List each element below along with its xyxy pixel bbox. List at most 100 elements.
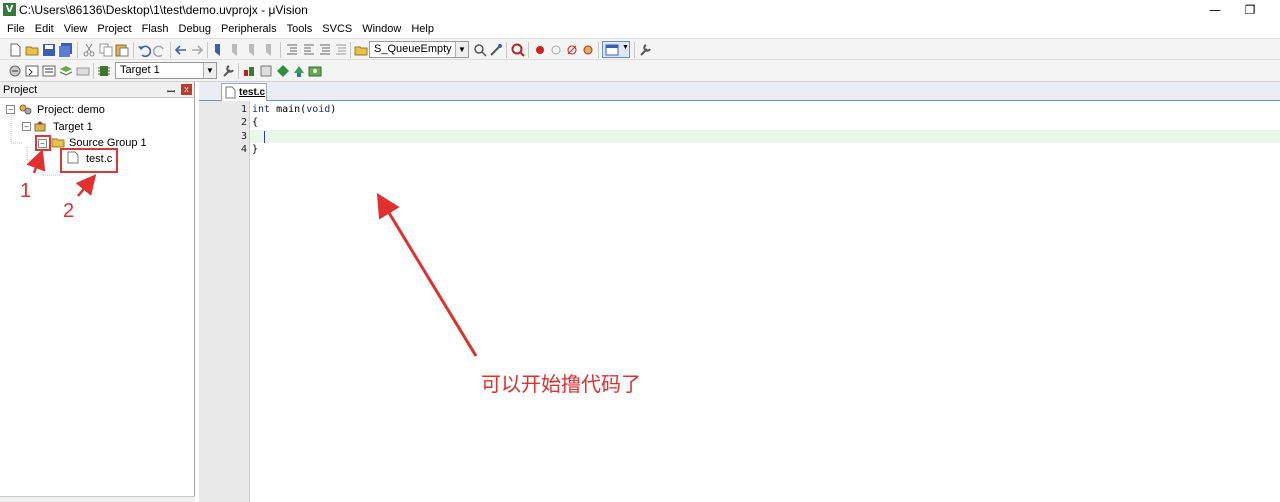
panel-close-icon[interactable]: x [181, 84, 192, 95]
uvision-app-icon: V [3, 3, 16, 16]
target-expander[interactable]: − [22, 122, 31, 131]
find-combo-value: S_QueueEmpty [374, 43, 452, 55]
menu-view[interactable]: View [59, 20, 93, 38]
file-toolbar: S_QueueEmpty ▼ ▼ [0, 38, 1280, 60]
menu-help[interactable]: Help [406, 20, 439, 38]
project-panel: Project ꟷ x − Project: demo − Target 1 −… [0, 82, 195, 502]
window-layout-icon [605, 44, 619, 56]
tree-project[interactable]: Project: demo [37, 104, 105, 116]
menu-project[interactable]: Project [92, 20, 136, 38]
tree-target[interactable]: Target 1 [53, 121, 93, 133]
software-packs-icon[interactable] [308, 64, 322, 78]
target-combo-value: Target 1 [120, 64, 160, 76]
menu-edit[interactable]: Edit [30, 20, 59, 38]
line-number: 2 [240, 117, 247, 128]
target-icon [34, 121, 46, 132]
configure-tools-icon[interactable] [638, 43, 652, 57]
menu-peripherals[interactable]: Peripherals [216, 20, 282, 38]
run-time-env-icon[interactable] [292, 64, 306, 78]
chevron-down-icon[interactable]: ▼ [455, 42, 468, 57]
stop-build-icon[interactable] [76, 64, 90, 78]
target-options-icon[interactable] [221, 64, 235, 78]
code-text: main( [270, 104, 307, 115]
disable-all-breakpoints-icon[interactable] [565, 43, 579, 57]
undo-icon[interactable] [137, 43, 151, 57]
code-text: ) [330, 104, 337, 115]
code-editor[interactable]: int main(void) { } [250, 101, 1280, 502]
find-combo[interactable]: S_QueueEmpty ▼ [369, 41, 469, 58]
menu-debug[interactable]: Debug [174, 20, 216, 38]
cut-icon[interactable] [82, 43, 96, 57]
menu-tools[interactable]: Tools [282, 20, 318, 38]
annotation-label-2: 2 [63, 200, 75, 222]
highlight-box-expander [35, 135, 51, 151]
indent-icon[interactable] [285, 43, 299, 57]
line-number-gutter: 1 2 3 4 [199, 101, 250, 502]
project-icon [19, 104, 32, 115]
load-download-icon[interactable] [97, 64, 111, 78]
rebuild-icon[interactable] [42, 64, 56, 78]
editor-tab-strip [199, 82, 1280, 101]
restore-button[interactable]: ❐ [1235, 1, 1265, 19]
project-panel-header: Project ꟷ x [0, 82, 194, 98]
code-line-1: int main(void) [252, 103, 336, 116]
menu-window[interactable]: Window [357, 20, 406, 38]
open-file-icon[interactable] [25, 43, 39, 57]
paste-icon[interactable] [115, 43, 129, 57]
tab-testc[interactable]: test.c [221, 83, 267, 101]
keyword: void [306, 104, 331, 115]
save-icon[interactable] [42, 43, 56, 57]
code-line-4: } [252, 144, 259, 155]
redo-icon[interactable] [153, 43, 167, 57]
window-layout-button[interactable]: ▼ [602, 41, 630, 58]
prev-bookmark-icon[interactable] [229, 43, 243, 57]
chevron-down-icon[interactable]: ▼ [203, 63, 216, 78]
build-icon[interactable] [25, 64, 39, 78]
annotation-main-text: 可以开始撸代码了 [481, 372, 641, 396]
menu-file[interactable]: File [2, 20, 30, 38]
line-number: 3 [240, 131, 247, 142]
minimize-button[interactable]: — [1200, 1, 1230, 19]
c-file-icon [225, 86, 236, 99]
clear-bookmarks-icon[interactable] [263, 43, 277, 57]
next-bookmark-icon[interactable] [246, 43, 260, 57]
highlight-box-file [60, 148, 118, 173]
target-combo[interactable]: Target 1 ▼ [115, 62, 217, 79]
find-icon[interactable] [473, 43, 487, 57]
nav-forward-icon[interactable] [190, 43, 204, 57]
current-line-highlight [250, 130, 1280, 143]
pack-installer-icon[interactable] [276, 64, 290, 78]
build-toolbar: Target 1 ▼ [0, 60, 1280, 82]
find-in-files-icon[interactable] [354, 43, 368, 57]
disable-breakpoint-icon[interactable] [549, 43, 563, 57]
line-number: 1 [240, 104, 247, 115]
new-file-icon[interactable] [8, 43, 22, 57]
select-packs-icon[interactable] [259, 64, 273, 78]
line-number: 4 [240, 144, 247, 155]
breakpoint-icon[interactable] [533, 43, 547, 57]
debug-session-icon[interactable] [511, 43, 525, 57]
nav-back-icon[interactable] [174, 43, 188, 57]
panel-bottom-tabs [0, 496, 195, 502]
bookmark-icon[interactable] [212, 43, 226, 57]
folder-icon [51, 138, 65, 148]
comment-icon[interactable] [318, 43, 332, 57]
kill-breakpoints-icon[interactable] [581, 43, 595, 57]
unindent-icon[interactable] [302, 43, 316, 57]
incremental-find-icon[interactable] [489, 43, 503, 57]
code-line-2: { [252, 117, 259, 128]
copy-icon[interactable] [99, 43, 113, 57]
pin-icon[interactable]: ꟷ [167, 84, 175, 98]
title-bar: V C:\Users\86136\Desktop\1\test\demo.uvp… [0, 0, 1280, 20]
menu-svcs[interactable]: SVCS [317, 20, 357, 38]
tab-label: test.c [239, 87, 266, 98]
menu-bar: File Edit View Project Flash Debug Perip… [0, 20, 1280, 38]
menu-flash[interactable]: Flash [137, 20, 174, 38]
batch-build-icon[interactable] [59, 64, 73, 78]
save-all-icon[interactable] [59, 43, 73, 57]
manage-project-items-icon[interactable] [242, 64, 256, 78]
translate-icon[interactable] [8, 64, 22, 78]
text-caret [264, 131, 265, 143]
project-expander[interactable]: − [6, 105, 15, 114]
uncomment-icon[interactable] [334, 43, 348, 57]
